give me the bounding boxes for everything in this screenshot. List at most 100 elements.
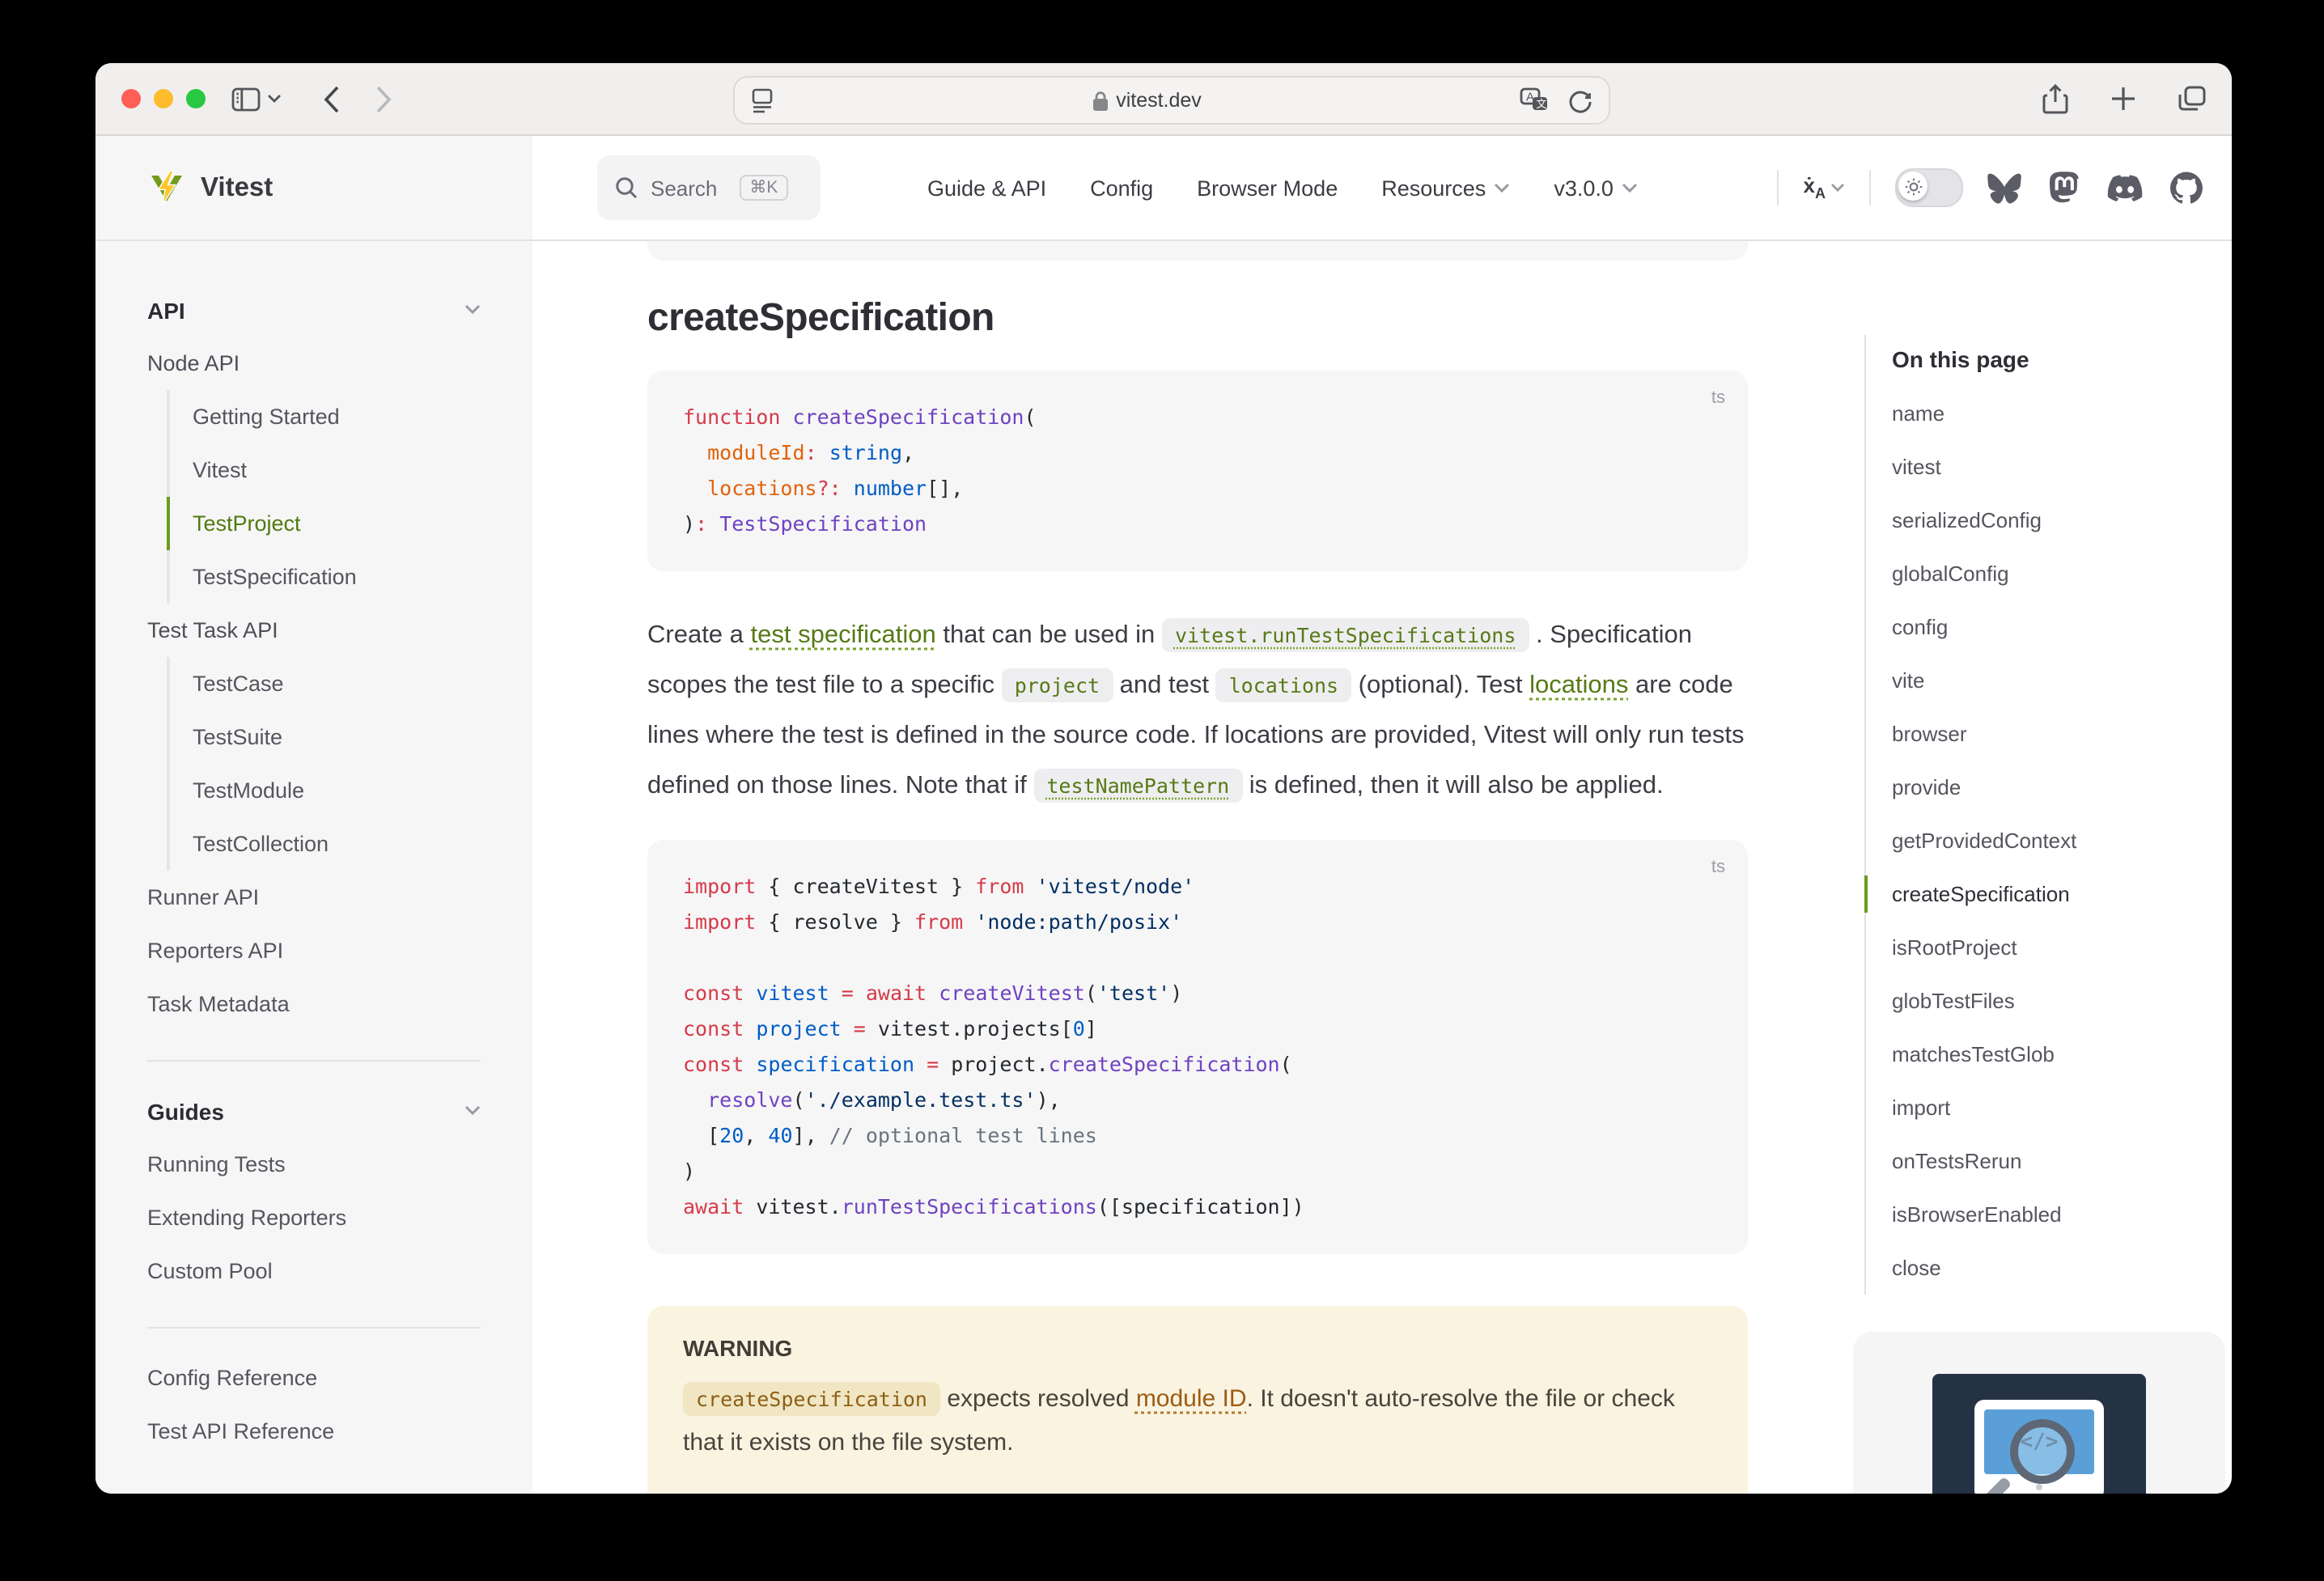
page-title: createSpecification: [647, 296, 1748, 341]
desktop: vitest.dev A文 Vitest: [0, 0, 2324, 1581]
sidebar-item-config-reference[interactable]: Config Reference: [147, 1351, 481, 1405]
bluesky-icon[interactable]: [1987, 172, 2021, 203]
sidebar-item-runner-api[interactable]: Runner API: [147, 871, 481, 924]
warning-callout: WARNING createSpecification expects reso…: [647, 1306, 1748, 1494]
safari-window: vitest.dev A文 Vitest: [95, 63, 2232, 1494]
inline-code: locations: [1216, 668, 1351, 702]
address-bar-actions: A文: [1520, 87, 1592, 113]
sidebar-group-toggle[interactable]: API: [147, 283, 481, 337]
sidebar-item-testproject[interactable]: TestProject: [167, 497, 481, 550]
toc-item-config[interactable]: config: [1892, 600, 2212, 654]
sidebar-item-testsuite[interactable]: TestSuite: [167, 710, 481, 764]
reload-icon[interactable]: [1568, 88, 1592, 112]
sidebar-toggle-icon[interactable]: [231, 87, 261, 111]
nav-item[interactable]: Config: [1090, 176, 1153, 200]
navbar-right: ẋA: [1778, 168, 2203, 207]
divider: [1778, 170, 1779, 206]
inline-link[interactable]: testNamePattern: [1033, 769, 1242, 803]
new-tab-icon[interactable]: [2110, 86, 2136, 112]
toc-item-browser[interactable]: browser: [1892, 707, 2212, 761]
inline-link[interactable]: vitest.runTestSpecifications: [1162, 618, 1529, 652]
sidebar-item-testcase[interactable]: TestCase: [167, 657, 481, 710]
toc-item-getProvidedContext[interactable]: getProvidedContext: [1892, 814, 2212, 867]
toc-item-vitest[interactable]: vitest: [1892, 440, 2212, 494]
text-segment: and test: [1113, 672, 1216, 699]
toc-item-globTestFiles[interactable]: globTestFiles: [1892, 974, 2212, 1028]
mastodon-icon[interactable]: [2049, 172, 2080, 204]
sidebar-item-custom-pool[interactable]: Custom Pool: [147, 1244, 481, 1298]
text-segment: Create a: [647, 621, 751, 649]
sidebar-item-node-api[interactable]: Node API: [147, 337, 481, 390]
site-logo-text: Vitest: [201, 172, 273, 203]
toc-item-serializedConfig[interactable]: serializedConfig: [1892, 494, 2212, 547]
toc-item-globalConfig[interactable]: globalConfig: [1892, 547, 2212, 600]
nav-item[interactable]: Guide & API: [927, 176, 1046, 200]
sidebar-item-testspecification[interactable]: TestSpecification: [167, 550, 481, 604]
chevron-down-icon: [464, 304, 481, 316]
sponsor-ad[interactable]: </>: [1853, 1332, 2225, 1494]
toc-list: namevitestserializedConfigglobalConfigco…: [1892, 387, 2212, 1295]
site-logo[interactable]: Vitest: [95, 136, 532, 239]
zoom-window-button[interactable]: [186, 89, 206, 108]
warning-body: createSpecification expects resolved mod…: [683, 1377, 1712, 1464]
sidebar-item-extending-reporters[interactable]: Extending Reporters: [147, 1191, 481, 1244]
toc-item-vite[interactable]: vite: [1892, 654, 2212, 707]
toc-item-matchesTestGlob[interactable]: matchesTestGlob: [1892, 1028, 2212, 1081]
sidebar-item-test-api-reference[interactable]: Test API Reference: [147, 1405, 481, 1458]
forward-button[interactable]: [375, 85, 392, 112]
address-bar[interactable]: vitest.dev A文: [733, 76, 1610, 125]
search-button[interactable]: Search ⌘K: [597, 155, 821, 220]
sidebar-item-task-metadata[interactable]: Task Metadata: [147, 977, 481, 1031]
toc-item-isRootProject[interactable]: isRootProject: [1892, 921, 2212, 974]
text-segment: expects resolved: [940, 1385, 1136, 1413]
toc-item-name[interactable]: name: [1892, 387, 2212, 440]
nav-item[interactable]: v3.0.0: [1554, 176, 1638, 200]
sidebar-item-getting-started[interactable]: Getting Started: [167, 390, 481, 443]
code-lang-badge: ts: [1711, 850, 1725, 885]
description-paragraph: Create a test specification that can be …: [647, 610, 1748, 811]
translate-page-icon[interactable]: A文: [1520, 87, 1549, 113]
toc-item-provide[interactable]: provide: [1892, 761, 2212, 814]
code-block-signature: ts function createSpecification( moduleI…: [647, 371, 1748, 571]
svg-text:文: 文: [1536, 98, 1546, 110]
inline-link[interactable]: test specification: [751, 621, 936, 649]
sidebar-item-vitest[interactable]: Vitest: [167, 443, 481, 497]
toc-item-createSpecification[interactable]: createSpecification: [1892, 867, 2212, 921]
translate-icon: ẋA: [1804, 173, 1826, 201]
sidebar-item-test-task-api[interactable]: Test Task API: [147, 604, 481, 657]
discord-icon[interactable]: [2107, 174, 2143, 201]
theme-toggle[interactable]: [1895, 168, 1963, 207]
inline-link[interactable]: locations: [1529, 672, 1628, 699]
github-icon[interactable]: [2170, 172, 2203, 204]
toc-item-onTestsRerun[interactable]: onTestsRerun: [1892, 1134, 2212, 1188]
vitest-logo-icon: [147, 168, 186, 207]
text-segment: that can be used in: [936, 621, 1162, 649]
ad-illustration: </>: [1932, 1374, 2146, 1494]
close-window-button[interactable]: [121, 89, 141, 108]
toc-item-import[interactable]: import: [1892, 1081, 2212, 1134]
on-this-page: On this page namevitestserializedConfigg…: [1864, 335, 2212, 1295]
tab-overview-icon[interactable]: [2178, 86, 2206, 112]
share-icon[interactable]: [2042, 83, 2068, 114]
language-menu[interactable]: ẋA: [1804, 173, 1845, 201]
minimize-window-button[interactable]: [154, 89, 173, 108]
sidebar-item-testmodule[interactable]: TestModule: [167, 764, 481, 817]
nav-item[interactable]: Resources: [1381, 176, 1510, 200]
back-button[interactable]: [324, 85, 340, 112]
sidebar-item-running-tests[interactable]: Running Tests: [147, 1138, 481, 1191]
sidebar-chevron-down-icon[interactable]: [267, 94, 282, 104]
sidebar-item-testcollection[interactable]: TestCollection: [167, 817, 481, 871]
text-segment: is defined, then it will also be applied…: [1242, 772, 1663, 799]
toc-item-isBrowserEnabled[interactable]: isBrowserEnabled: [1892, 1188, 2212, 1241]
inline-link[interactable]: module ID: [1136, 1385, 1247, 1413]
nav-links: Guide & API Config Browser Mode Resources v3…: [927, 176, 1638, 200]
code-block-example: ts import { createVitest } from 'vitest/…: [647, 840, 1748, 1254]
reader-icon[interactable]: [751, 87, 774, 113]
toc-item-close[interactable]: close: [1892, 1241, 2212, 1295]
navbar-content: Search ⌘K Guide & API Config Browser Mode R…: [532, 136, 2232, 239]
nav-item[interactable]: Browser Mode: [1197, 176, 1338, 200]
inline-code: createSpecification: [683, 1382, 940, 1416]
code-lang-badge: ts: [1711, 380, 1725, 416]
sidebar-group-toggle[interactable]: Guides: [147, 1084, 481, 1138]
sidebar-item-reporters-api[interactable]: Reporters API: [147, 924, 481, 977]
